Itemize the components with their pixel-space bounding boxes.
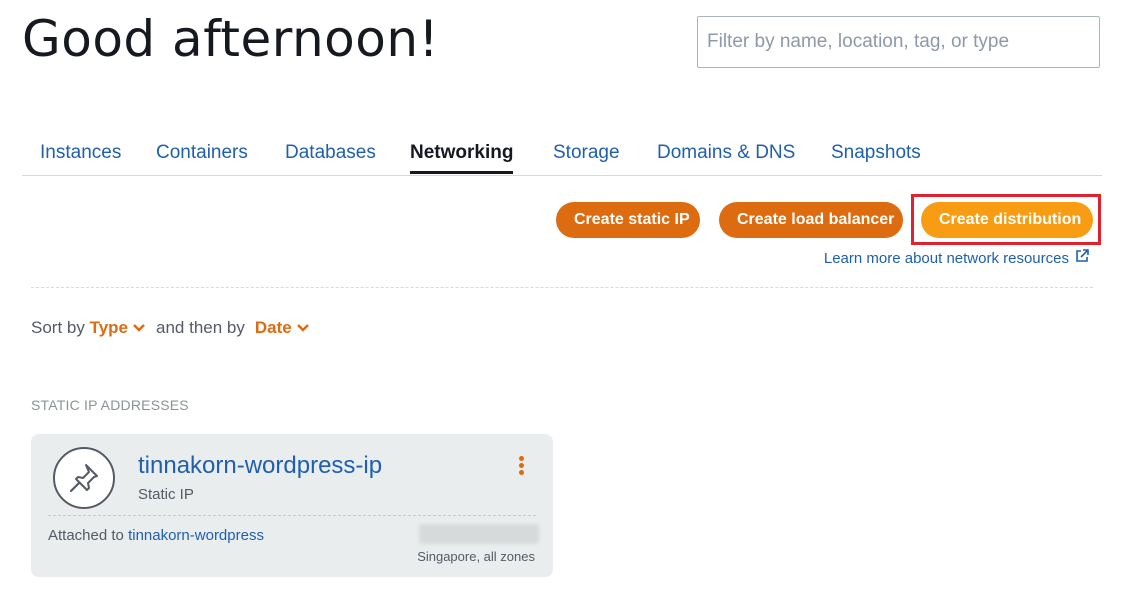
create-static-ip-button[interactable]: Create static IP [556,202,700,238]
sort-primary-dropdown[interactable]: Type [90,318,146,338]
tab-instances[interactable]: Instances [40,140,121,173]
attached-prefix: Attached to [48,527,124,544]
sort-middle: and then by [156,318,245,337]
attached-info: Attached to tinnakorn-wordpress [48,527,264,544]
tab-networking[interactable]: Networking [410,140,514,174]
chevron-down-icon [296,324,309,332]
section-title: STATIC IP ADDRESSES [31,397,189,413]
static-ip-name-link[interactable]: tinnakorn-wordpress-ip [138,452,382,480]
card-divider [48,515,536,516]
more-actions-icon[interactable] [515,456,527,480]
tab-bar: Instances Containers Databases Networkin… [22,140,1102,176]
tab-snapshots[interactable]: Snapshots [831,140,921,173]
learn-more-link[interactable]: Learn more about network resources [824,249,1089,267]
static-ip-card: tinnakorn-wordpress-ip Static IP Attache… [31,434,553,577]
tab-containers[interactable]: Containers [156,140,248,173]
learn-more-label: Learn more about network resources [823,249,1069,267]
filter-input[interactable] [697,16,1100,68]
divider [31,287,1093,288]
tab-databases[interactable]: Databases [285,140,376,173]
sort-controls: Sort by Type and then by Date [31,318,310,338]
redacted-ip-address [419,524,539,544]
pin-icon [53,447,115,509]
chevron-down-icon [133,324,145,332]
static-ip-type: Static IP [138,486,194,503]
create-load-balancer-button[interactable]: Create load balancer [719,202,903,238]
sort-primary-label: Type [89,318,129,337]
page-greeting: Good afternoon! [22,10,440,68]
attached-instance-link[interactable]: tinnakorn-wordpress [128,527,264,544]
tab-storage[interactable]: Storage [553,140,620,173]
tab-domains-dns[interactable]: Domains & DNS [657,140,795,173]
sort-secondary-label: Date [254,318,292,337]
region-label: Singapore, all zones [417,549,535,564]
sort-prefix: Sort by [31,318,85,337]
external-link-icon [1075,249,1089,267]
highlight-box [911,194,1101,245]
sort-secondary-dropdown[interactable]: Date [255,318,310,338]
